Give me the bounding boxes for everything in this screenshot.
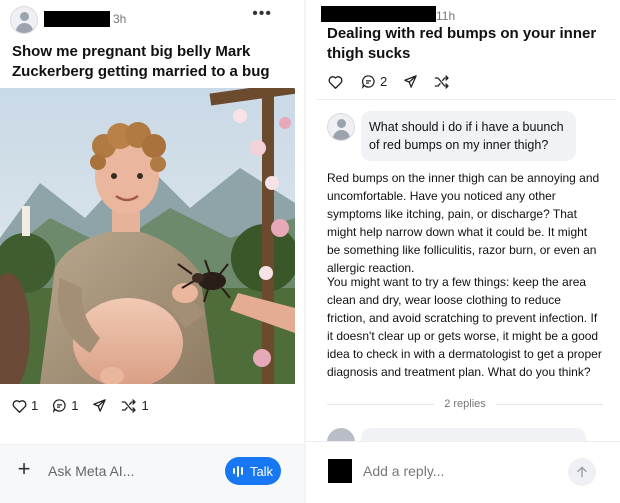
reply-input[interactable]: Add a reply... bbox=[363, 463, 444, 479]
share-button[interactable] bbox=[403, 74, 418, 89]
voice-waveform-icon bbox=[232, 465, 245, 477]
left-action-row: 1 1 1 bbox=[12, 398, 163, 413]
redacted-avatar bbox=[328, 459, 352, 483]
paper-plane-icon bbox=[404, 75, 417, 88]
avatar-body bbox=[333, 130, 350, 140]
arrow-up-icon bbox=[577, 466, 587, 478]
plus-icon[interactable]: + bbox=[10, 455, 38, 483]
wedding-illustration bbox=[0, 88, 295, 384]
separator-line bbox=[327, 403, 435, 405]
remix-button[interactable] bbox=[434, 74, 450, 89]
heart-icon bbox=[328, 75, 343, 89]
more-options-icon[interactable]: ••• bbox=[252, 6, 272, 22]
post-title: Dealing with red bumps on your inner thi… bbox=[327, 25, 597, 62]
section-divider bbox=[316, 99, 616, 100]
right-action-row: 2 bbox=[328, 74, 464, 89]
like-button[interactable] bbox=[328, 75, 343, 89]
talk-button[interactable]: Talk bbox=[225, 457, 281, 485]
avatar-body bbox=[16, 23, 33, 33]
redacted-username bbox=[44, 11, 110, 27]
comment-button[interactable]: 2 bbox=[361, 74, 387, 89]
post-time: 11h bbox=[436, 9, 456, 23]
right-post-panel: 11h Dealing with red bumps on your inner… bbox=[306, 0, 620, 503]
post-title: Show me pregnant big belly Mark Zuckerbe… bbox=[12, 43, 270, 80]
comment-bubble-icon bbox=[53, 399, 66, 413]
paper-plane-icon bbox=[93, 399, 107, 412]
ask-meta-ai-bar: + Ask Meta AI... Talk bbox=[0, 444, 304, 503]
comment-button[interactable]: 1 bbox=[52, 398, 78, 413]
send-button[interactable] bbox=[568, 458, 596, 486]
ask-meta-ai-input[interactable]: Ask Meta AI... bbox=[48, 463, 134, 479]
like-button[interactable]: 1 bbox=[12, 398, 38, 413]
user-question-bubble: What should i do if i have a buunch of r… bbox=[361, 111, 576, 161]
post-time: 3h bbox=[113, 12, 127, 26]
remix-button[interactable]: 1 bbox=[121, 398, 149, 413]
comment-count: 2 bbox=[380, 74, 388, 89]
share-button[interactable] bbox=[92, 398, 107, 413]
ai-reply-paragraph: Red bumps on the inner thigh can be anno… bbox=[327, 171, 600, 275]
shuffle-icon bbox=[122, 398, 137, 413]
replies-separator[interactable]: 2 replies bbox=[327, 394, 604, 414]
reply-bar: Add a reply... bbox=[306, 441, 620, 503]
talk-label: Talk bbox=[249, 463, 274, 479]
like-count: 1 bbox=[31, 398, 39, 413]
remix-count: 1 bbox=[141, 398, 149, 413]
comment-count: 1 bbox=[71, 398, 79, 413]
avatar-head bbox=[20, 12, 29, 21]
author-avatar[interactable] bbox=[10, 6, 38, 34]
left-post-panel: 3h ••• Show me pregnant big belly Mark Z… bbox=[0, 0, 304, 503]
user-avatar-icon[interactable] bbox=[327, 113, 355, 141]
separator-line bbox=[495, 403, 604, 405]
replies-count: 2 replies bbox=[444, 398, 486, 410]
ai-reply-paragraph: You might want to try a few things: keep… bbox=[327, 275, 602, 379]
comment-bubble-icon bbox=[361, 75, 375, 89]
generated-wedding-image[interactable] bbox=[0, 88, 295, 384]
redacted-username bbox=[321, 6, 436, 22]
avatar-head bbox=[337, 119, 346, 128]
shuffle-icon bbox=[434, 74, 449, 89]
heart-icon bbox=[12, 399, 27, 413]
